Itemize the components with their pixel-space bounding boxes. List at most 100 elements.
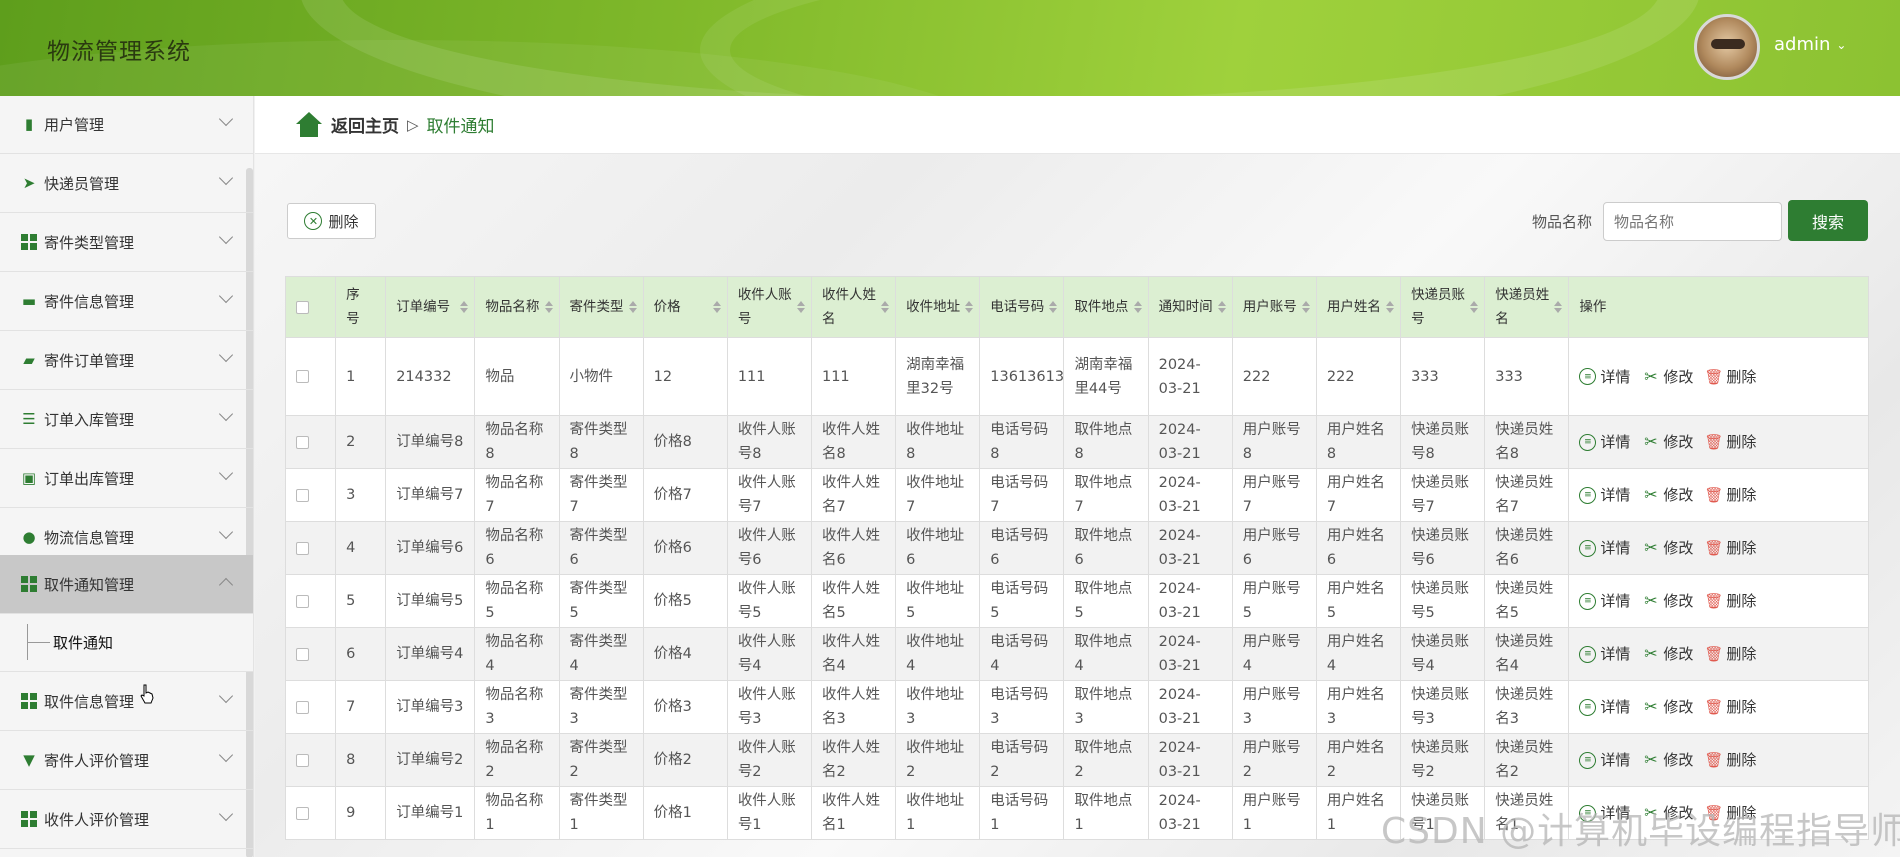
detail-action-button[interactable]: ≡ 详情 bbox=[1579, 642, 1630, 666]
row-checkbox[interactable] bbox=[296, 806, 309, 820]
column-header-label: 快递员账号 bbox=[1411, 287, 1466, 327]
sort-icon[interactable] bbox=[712, 301, 721, 313]
sidebar-item-11[interactable]: ▼ 寄件人评价管理 bbox=[0, 731, 253, 790]
select-all-checkbox[interactable] bbox=[296, 300, 309, 314]
row-checkbox[interactable] bbox=[296, 488, 309, 502]
table-cell: 小物件 bbox=[558, 337, 644, 416]
column-header[interactable]: 收件人姓名 bbox=[810, 276, 897, 338]
edit-action-button[interactable]: ✂ 修改 bbox=[1642, 589, 1693, 613]
edit-action-button[interactable]: ✂ 修改 bbox=[1642, 483, 1693, 507]
column-header[interactable]: 价格 bbox=[642, 276, 728, 338]
edit-action-button[interactable]: ✂ 修改 bbox=[1642, 642, 1693, 666]
sort-icon[interactable] bbox=[628, 301, 637, 313]
column-header[interactable]: 电话号码 bbox=[979, 276, 1065, 338]
sidebar-item-7[interactable]: ▣ 订单出库管理 bbox=[0, 449, 253, 508]
edit-action-button[interactable]: ✂ 修改 bbox=[1642, 748, 1693, 772]
table-cell: 7 bbox=[335, 680, 387, 734]
row-checkbox[interactable] bbox=[296, 435, 309, 449]
sort-icon[interactable] bbox=[881, 301, 890, 313]
sort-icon[interactable] bbox=[1133, 301, 1142, 313]
sidebar-item-9[interactable]: 取件通知管理 bbox=[0, 555, 253, 614]
detail-action-label: 详情 bbox=[1600, 645, 1631, 663]
table-cell: 收件地址2 bbox=[895, 733, 981, 787]
table-cell: 收件地址3 bbox=[895, 680, 981, 734]
table-cell: 2024-03-21 bbox=[1147, 680, 1233, 734]
sort-icon[interactable] bbox=[1049, 301, 1058, 313]
row-checkbox[interactable] bbox=[296, 753, 309, 767]
row-checkbox[interactable] bbox=[296, 541, 309, 555]
sort-icon[interactable] bbox=[796, 301, 805, 313]
column-header[interactable]: 通知时间 bbox=[1147, 276, 1233, 338]
column-header[interactable]: 订单编号 bbox=[385, 276, 476, 338]
detail-action-button[interactable]: ≡ 详情 bbox=[1579, 365, 1630, 389]
sort-icon[interactable] bbox=[544, 301, 553, 313]
detail-action-button[interactable]: ≡ 详情 bbox=[1579, 483, 1630, 507]
sort-icon[interactable] bbox=[1470, 301, 1479, 313]
detail-action-label: 详情 bbox=[1600, 698, 1631, 716]
sidebar-item-3[interactable]: 寄件类型管理 bbox=[0, 213, 253, 272]
edit-action-label: 修改 bbox=[1663, 698, 1694, 716]
sidebar-item-10[interactable]: 取件信息管理 bbox=[0, 672, 253, 731]
column-header[interactable]: 收件地址 bbox=[895, 276, 981, 338]
column-header[interactable]: 快递员姓名 bbox=[1484, 276, 1570, 338]
user-menu[interactable]: admin ⌄ bbox=[1774, 34, 1846, 55]
sort-icon[interactable] bbox=[1301, 301, 1310, 313]
sidebar-item-5[interactable]: ▰ 寄件订单管理 bbox=[0, 331, 253, 390]
delete-action-button[interactable]: 🗑 删除 bbox=[1704, 430, 1756, 454]
sort-icon[interactable] bbox=[460, 301, 469, 313]
table-cell: 收件地址1 bbox=[895, 786, 981, 840]
table-cell: 用户账号7 bbox=[1231, 468, 1317, 522]
sort-icon[interactable] bbox=[965, 301, 974, 313]
column-header[interactable]: 快递员账号 bbox=[1400, 276, 1486, 338]
column-header: 操作 bbox=[1568, 276, 1869, 338]
row-checkbox[interactable] bbox=[296, 594, 309, 608]
column-header[interactable]: 物品名称 bbox=[474, 276, 560, 338]
table-cell: 快递员姓名7 bbox=[1484, 468, 1570, 522]
home-icon[interactable] bbox=[295, 111, 323, 138]
sidebar-subitem-pickup-notice[interactable]: 取件通知 bbox=[0, 614, 253, 672]
detail-action-button[interactable]: ≡ 详情 bbox=[1579, 748, 1630, 772]
sidebar-item-12[interactable]: 收件人评价管理 bbox=[0, 790, 253, 849]
sidebar-item-6[interactable]: ☰ 订单入库管理 bbox=[0, 390, 253, 449]
edit-action-button[interactable]: ✂ 修改 bbox=[1642, 536, 1693, 560]
avatar[interactable] bbox=[1694, 14, 1760, 80]
table-cell: 寄件类型4 bbox=[558, 627, 644, 681]
row-checkbox[interactable] bbox=[296, 370, 309, 383]
column-header[interactable]: 用户姓名 bbox=[1315, 276, 1402, 338]
delete-action-button[interactable]: 🗑 删除 bbox=[1704, 695, 1756, 719]
row-checkbox[interactable] bbox=[296, 700, 309, 714]
sort-icon[interactable] bbox=[1386, 301, 1395, 313]
column-header-label: 订单编号 bbox=[396, 299, 451, 315]
column-header[interactable]: 寄件类型 bbox=[558, 276, 644, 338]
detail-action-button[interactable]: ≡ 详情 bbox=[1579, 695, 1630, 719]
detail-action-button[interactable]: ≡ 详情 bbox=[1579, 536, 1630, 560]
detail-action-button[interactable]: ≡ 详情 bbox=[1579, 430, 1630, 454]
column-header[interactable]: 取件地点 bbox=[1063, 276, 1149, 338]
edit-action-button[interactable]: ✂ 修改 bbox=[1642, 365, 1693, 389]
delete-action-button[interactable]: 🗑 删除 bbox=[1704, 483, 1756, 507]
bulk-delete-button[interactable]: ✕ 删除 bbox=[287, 203, 376, 239]
sort-icon[interactable] bbox=[1554, 301, 1563, 313]
edit-action-button[interactable]: ✂ 修改 bbox=[1642, 695, 1693, 719]
edit-action-label: 修改 bbox=[1663, 751, 1694, 769]
column-header[interactable]: 收件人账号 bbox=[726, 276, 812, 338]
delete-action-button[interactable]: 🗑 删除 bbox=[1704, 589, 1756, 613]
row-checkbox[interactable] bbox=[296, 647, 309, 661]
row-actions: ≡ 详情 ✂ 修改 🗑 删除 bbox=[1579, 536, 1858, 560]
sort-icon[interactable] bbox=[1217, 301, 1226, 313]
breadcrumb-home-link[interactable]: 返回主页 bbox=[331, 112, 399, 137]
delete-action-button[interactable]: 🗑 删除 bbox=[1704, 365, 1756, 389]
search-button[interactable]: 搜索 bbox=[1788, 200, 1868, 241]
table-cell: 寄件类型7 bbox=[558, 468, 644, 522]
sidebar-item-2[interactable]: ➤ 快递员管理 bbox=[0, 154, 253, 213]
sidebar-item-4[interactable]: ▬ 寄件信息管理 bbox=[0, 272, 253, 331]
detail-action-button[interactable]: ≡ 详情 bbox=[1579, 589, 1630, 613]
delete-action-button[interactable]: 🗑 删除 bbox=[1704, 536, 1756, 560]
search-input[interactable] bbox=[1603, 202, 1782, 241]
edit-action-button[interactable]: ✂ 修改 bbox=[1642, 430, 1693, 454]
sidebar-item-1[interactable]: ▮ 用户管理 bbox=[0, 96, 253, 154]
delete-action-button[interactable]: 🗑 删除 bbox=[1704, 748, 1756, 772]
column-header[interactable]: 用户账号 bbox=[1231, 276, 1317, 338]
column-header-label: 收件地址 bbox=[906, 299, 961, 315]
delete-action-button[interactable]: 🗑 删除 bbox=[1704, 642, 1756, 666]
